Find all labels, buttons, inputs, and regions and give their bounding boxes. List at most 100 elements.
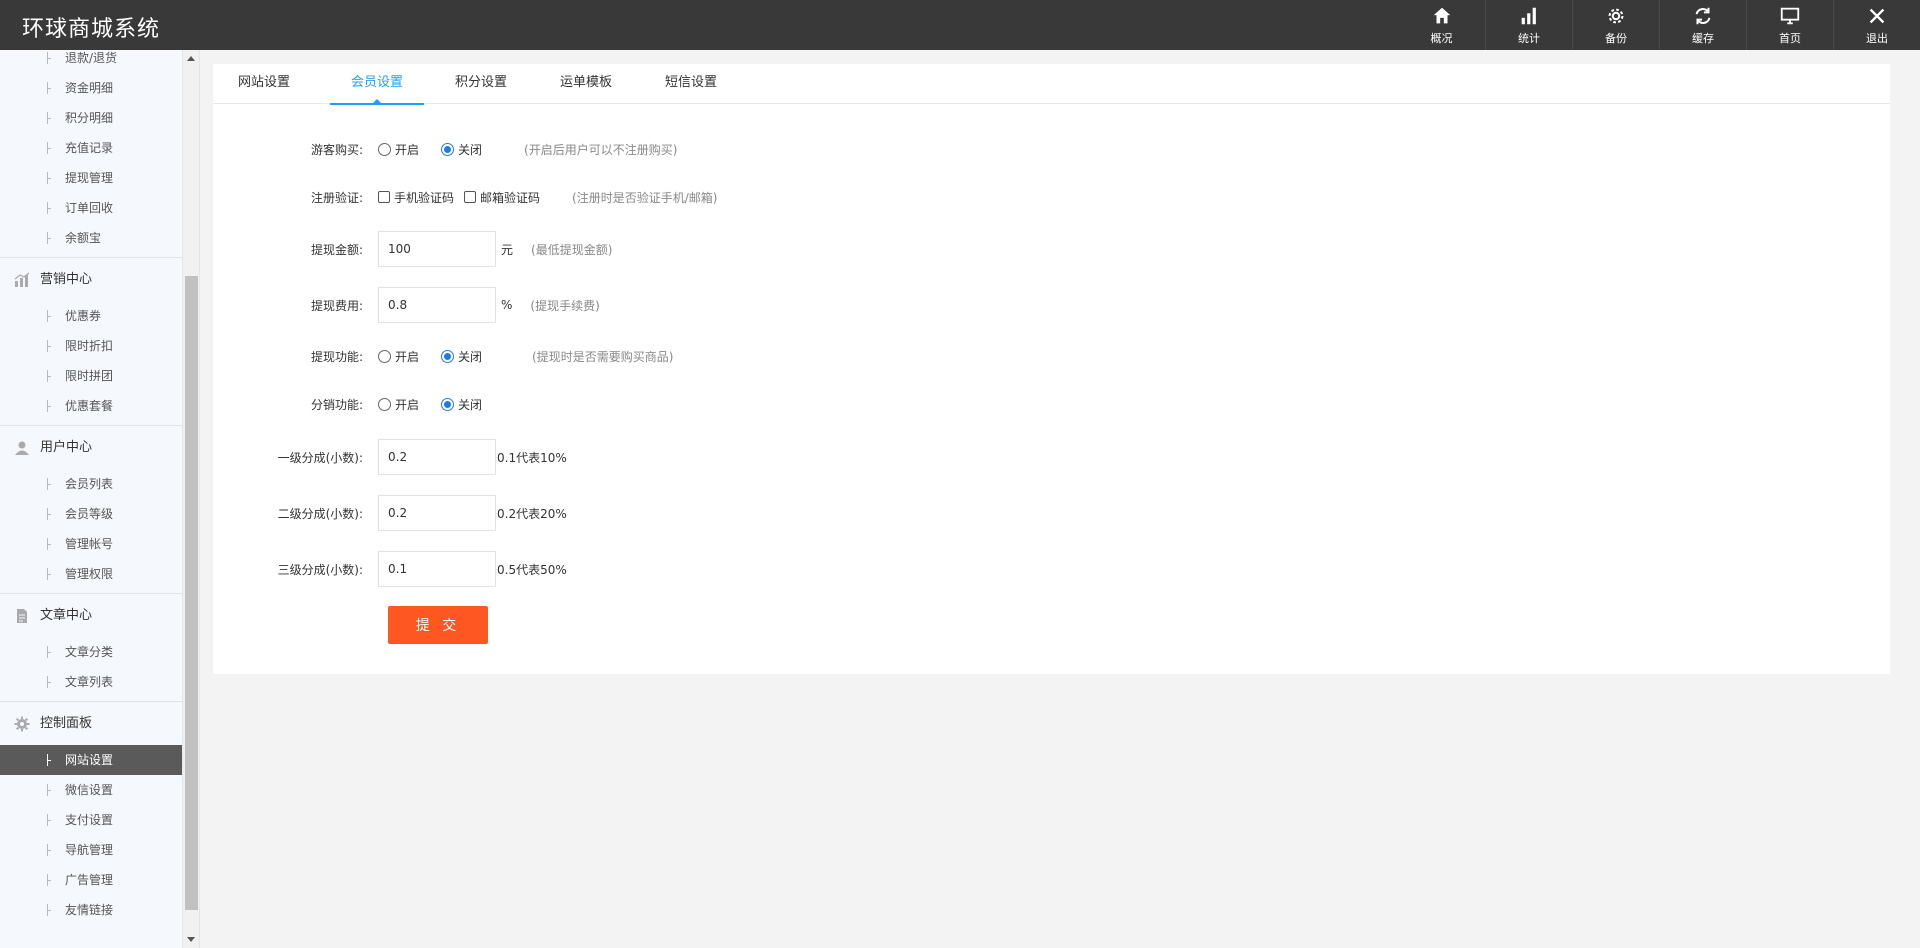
radio-circle-selected [441, 397, 455, 411]
sidebar-group-title: 控制面板 [40, 716, 93, 731]
topnav-logout[interactable]: 退出 [1833, 0, 1920, 50]
phone-code-checkbox[interactable]: 手机验证码 [378, 189, 454, 206]
radio-circle-selected [441, 142, 455, 156]
radio-label: 关闭 [458, 349, 483, 364]
topnav-overview[interactable]: 概况 [1398, 0, 1485, 50]
level2-suffix: 0.2代表20% [497, 506, 567, 521]
distribution-off-radio[interactable]: 关闭 [441, 396, 482, 413]
chart-icon [14, 272, 30, 287]
sidebar-group-title: 营销中心 [40, 272, 93, 287]
sidebar-group-control-panel[interactable]: 控制面板 [0, 701, 182, 745]
email-code-checkbox[interactable]: 邮箱验证码 [464, 189, 540, 206]
tab-points-settings[interactable]: 积分设置 [447, 64, 515, 104]
sidebar-item-friend-links[interactable]: 友情链接 [0, 895, 182, 925]
topnav-home-label: 首页 [1779, 31, 1801, 45]
guest-buy-on-radio[interactable]: 开启 [378, 141, 419, 158]
distribution-label: 分销功能: [310, 397, 363, 412]
sidebar-item-member-list[interactable]: 会员列表 [0, 469, 182, 499]
radio-circle [378, 349, 391, 363]
checkbox-box [464, 191, 477, 203]
sidebar-item-nav-management[interactable]: 导航管理 [0, 835, 182, 865]
sidebar-item-package[interactable]: 优惠套餐 [0, 391, 182, 421]
topnav-backup-label: 备份 [1605, 31, 1627, 45]
settings-tabs: 网站设置 会员设置 积分设置 运单模板 短信设置 [213, 64, 1890, 105]
sidebar-item-group-buy[interactable]: 限时拼团 [0, 361, 182, 391]
withdraw-function-label: 提现功能: [310, 349, 363, 364]
level1-input[interactable] [378, 439, 496, 475]
sidebar-item-coupon[interactable]: 优惠券 [0, 301, 182, 331]
form-row-level3: 三级分成(小数): 0.5代表50% [213, 550, 1890, 588]
sidebar-group-marketing[interactable]: 营销中心 [0, 257, 182, 301]
level3-suffix: 0.5代表50% [497, 562, 567, 577]
withdraw-function-hint: (提现时是否需要购买商品) [532, 349, 674, 364]
form-row-withdraw-fee: 提现费用: % (提现手续费) [213, 286, 1890, 324]
withdraw-function-radio-group: 开启 关闭 [378, 348, 504, 365]
document-icon [17, 609, 27, 623]
distribution-on-radio[interactable]: 开启 [378, 396, 419, 413]
sidebar-item-withdraw[interactable]: 提现管理 [0, 163, 182, 193]
sidebar-item-site-settings[interactable]: 网站设置 [0, 745, 182, 775]
distribution-radio-group: 开启 关闭 [378, 396, 504, 413]
register-verify-hint: (注册时是否验证手机/邮箱) [572, 190, 718, 205]
app-title: 环球商城系统 [22, 17, 161, 42]
withdraw-function-on-radio[interactable]: 开启 [378, 348, 419, 365]
sidebar-group-articles[interactable]: 文章中心 [0, 593, 182, 637]
sidebar-item-recharge[interactable]: 充值记录 [0, 133, 182, 163]
sidebar-item-member-level[interactable]: 会员等级 [0, 499, 182, 529]
sidebar-item-payment-settings[interactable]: 支付设置 [0, 805, 182, 835]
sidebar-item-flash-discount[interactable]: 限时折扣 [0, 331, 182, 361]
radio-circle-selected [441, 349, 455, 363]
topnav-logout-label: 退出 [1866, 31, 1888, 45]
close-icon [1869, 8, 1885, 23]
tab-underline [330, 103, 424, 105]
level3-input[interactable] [378, 551, 496, 587]
gear-icon [1608, 8, 1624, 23]
tab-waybill-template[interactable]: 运单模板 [552, 64, 620, 104]
scrollbar-thumb[interactable] [185, 276, 198, 910]
level2-label: 二级分成(小数): [277, 506, 363, 521]
level2-input[interactable] [378, 495, 496, 531]
checkbox-box [378, 191, 390, 203]
sidebar-item-wechat-settings[interactable]: 微信设置 [0, 775, 182, 805]
sidebar-item-article-list[interactable]: 文章列表 [0, 667, 182, 697]
withdraw-fee-input[interactable] [378, 287, 496, 323]
sidebar-item-yuebao[interactable]: 余额宝 [0, 223, 182, 253]
sidebar-item-refund[interactable]: 退款/退货 [0, 50, 182, 73]
sidebar-item-permissions[interactable]: 管理权限 [0, 559, 182, 589]
sidebar-item-ad-management[interactable]: 广告管理 [0, 865, 182, 895]
withdraw-function-off-radio[interactable]: 关闭 [441, 348, 482, 365]
sidebar-item-order-recycle[interactable]: 订单回收 [0, 193, 182, 223]
sidebar-scrollbar[interactable] [182, 50, 199, 948]
scroll-down-arrow-icon[interactable] [187, 937, 195, 942]
sidebar-item-funds[interactable]: 资金明细 [0, 73, 182, 103]
topnav-home[interactable]: 首页 [1746, 0, 1833, 50]
scroll-up-arrow-icon[interactable] [187, 56, 195, 61]
guest-buy-off-radio[interactable]: 关闭 [441, 141, 482, 158]
sidebar-item-points[interactable]: 积分明细 [0, 103, 182, 133]
tab-site-settings[interactable]: 网站设置 [230, 64, 298, 104]
submit-button[interactable]: 提 交 [388, 606, 488, 644]
tab-member-settings[interactable]: 会员设置 [330, 64, 424, 105]
withdraw-amount-label: 提现金额: [310, 242, 363, 257]
tab-label: 短信设置 [664, 75, 717, 90]
bar-chart-icon [1521, 7, 1536, 24]
topnav-backup[interactable]: 备份 [1572, 0, 1659, 50]
form-row-withdraw-function: 提现功能: 开启 关闭 (提现时是否需要购买商品) [213, 337, 1890, 375]
top-nav: 概况 统计 备份 缓存 首页 退出 [1398, 0, 1920, 50]
tab-sms-settings[interactable]: 短信设置 [657, 64, 725, 104]
topnav-stats[interactable]: 统计 [1485, 0, 1572, 50]
checkbox-label: 手机验证码 [394, 190, 455, 205]
settings-panel: 网站设置 会员设置 积分设置 运单模板 短信设置 游客购买: 开启 关闭 (开启… [213, 64, 1890, 674]
sidebar-item-admin-accounts[interactable]: 管理帐号 [0, 529, 182, 559]
topnav-cache-label: 缓存 [1692, 31, 1714, 45]
radio-label: 关闭 [458, 142, 483, 157]
withdraw-amount-input[interactable] [378, 231, 496, 267]
radio-label: 关闭 [458, 397, 483, 412]
form-row-level1: 一级分成(小数): 0.1代表10% [213, 438, 1890, 476]
topnav-cache[interactable]: 缓存 [1659, 0, 1746, 50]
sidebar-group-users[interactable]: 用户中心 [0, 425, 182, 469]
tab-label: 会员设置 [350, 75, 403, 90]
radio-label: 开启 [395, 349, 420, 364]
sidebar-item-article-category[interactable]: 文章分类 [0, 637, 182, 667]
radio-circle [378, 397, 391, 411]
